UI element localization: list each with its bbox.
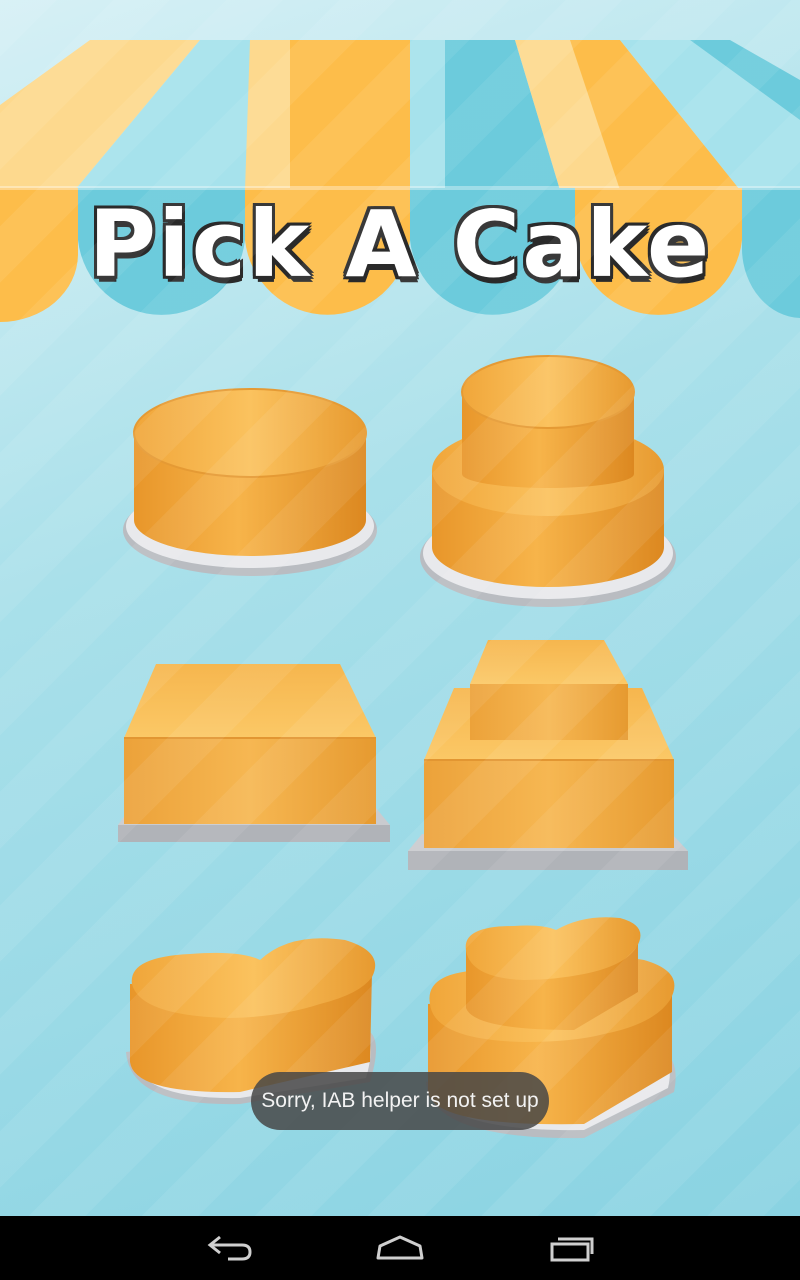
toast-message: Sorry, IAB helper is not set up [251,1072,549,1130]
round-two-tier-cake-icon [420,355,676,607]
home-button[interactable] [350,1224,450,1272]
navigation-bar [0,1216,800,1280]
back-icon [207,1235,252,1261]
back-button[interactable] [180,1224,280,1272]
cake-round-double-button[interactable] [418,352,680,612]
square-cake-icon [118,664,390,842]
cake-square-single-button[interactable] [108,660,394,848]
cake-square-double-button[interactable] [406,636,692,876]
round-cake-icon [123,388,377,576]
game-screen: Pick A Cake Sorry, IAB helper is not set… [0,0,800,1216]
page-title: Pick A Cake [88,191,712,298]
cake-round-single-button[interactable] [120,380,382,585]
square-two-tier-cake-icon [408,640,688,870]
recent-apps-icon [550,1237,594,1262]
recent-apps-button[interactable] [522,1224,622,1272]
home-icon [376,1235,424,1260]
